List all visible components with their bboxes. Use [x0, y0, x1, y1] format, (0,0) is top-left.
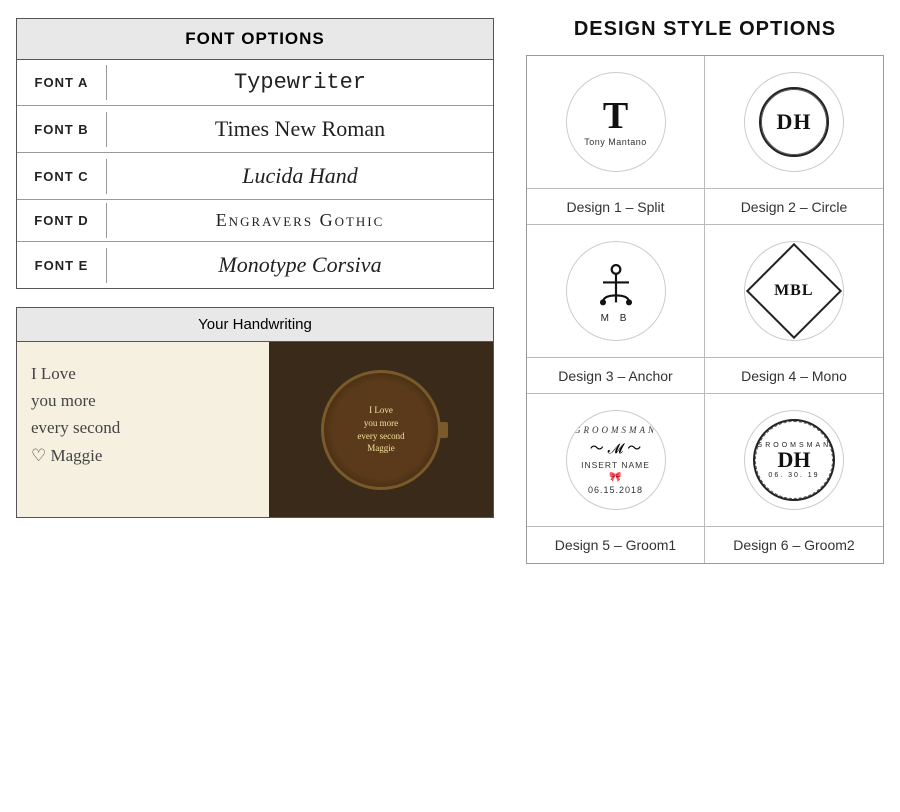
design-3-label-text: Design 3 – Anchor	[558, 368, 672, 384]
design-4-letters: MBL	[774, 282, 813, 300]
font-d-sample: Engravers Gothic	[107, 200, 493, 241]
design-5-date: 06.15.2018	[588, 485, 643, 495]
font-row-a: FONT A Typewriter	[17, 60, 493, 106]
right-panel: DESIGN STYLE OPTIONS T Tony Mantano DH D…	[510, 0, 900, 812]
font-b-sample: Times New Roman	[107, 106, 493, 152]
design-1-label-text: Design 1 – Split	[566, 199, 664, 215]
design-label-1: Design 1 – Split	[527, 189, 705, 225]
font-row-d: FONT D Engravers Gothic	[17, 200, 493, 242]
design-label-6: Design 6 – Groom2	[705, 527, 883, 563]
design-2-letters: DH	[777, 109, 812, 135]
watch-crown	[440, 422, 448, 438]
design-cell-2: DH	[705, 56, 883, 189]
design-1-inner: T Tony Mantano	[584, 97, 647, 147]
mustache-icon: 〜 𝓜 〜	[590, 438, 641, 458]
design-label-5: Design 5 – Groom1	[527, 527, 705, 563]
font-a-label: FONT A	[17, 65, 107, 100]
design-6-date: 06. 30. 19	[768, 472, 819, 479]
design-6-top: GROOMSMAN	[757, 442, 831, 449]
design-cell-5: GROOMSMAN 〜 𝓜 〜 INSERT NAME 🎀 06.15.2018	[527, 394, 705, 527]
design-section-title: DESIGN STYLE OPTIONS	[526, 18, 884, 41]
design-label-4: Design 4 – Mono	[705, 358, 883, 394]
design-cell-3: M B	[527, 225, 705, 358]
design-3-initials: M B	[601, 313, 631, 324]
design-5-top: GROOMSMAN	[574, 425, 657, 435]
design-cell-1: T Tony Mantano	[527, 56, 705, 189]
design-2-inner: DH	[759, 87, 829, 157]
design-grid: T Tony Mantano DH Design 1 – Split Desig…	[526, 55, 884, 564]
design-4-inner: MBL	[746, 243, 842, 339]
design-1-circle: T Tony Mantano	[566, 72, 666, 172]
design-6-inner: GROOMSMAN DH 06. 30. 19	[753, 419, 835, 501]
design-label-3: Design 3 – Anchor	[527, 358, 705, 394]
design-5-insert: INSERT NAME	[581, 460, 650, 470]
design-4-circle: MBL	[744, 241, 844, 341]
design-6-letters: DH	[778, 449, 811, 471]
design-2-circle: DH	[744, 72, 844, 172]
design-2-label-text: Design 2 – Circle	[741, 199, 848, 215]
design-5-label-text: Design 5 – Groom1	[555, 537, 676, 553]
handwriting-note: I Love you more every second ♡ Maggie	[17, 342, 269, 517]
font-row-c: FONT C Lucida Hand	[17, 153, 493, 200]
watch-engraving: I Love you more every second Maggie	[349, 396, 412, 462]
design-5-inner: GROOMSMAN 〜 𝓜 〜 INSERT NAME 🎀 06.15.2018	[572, 416, 660, 504]
font-a-sample: Typewriter	[107, 60, 493, 105]
left-panel: FONT OPTIONS FONT A Typewriter FONT B Ti…	[0, 0, 510, 812]
design-6-circle: GROOMSMAN DH 06. 30. 19	[744, 410, 844, 510]
handwriting-body: I Love you more every second ♡ Maggie I …	[17, 342, 493, 517]
design-3-circle: M B	[566, 241, 666, 341]
font-d-label: FONT D	[17, 203, 107, 238]
design-6-label-text: Design 6 – Groom2	[733, 537, 854, 553]
design-5-circle: GROOMSMAN 〜 𝓜 〜 INSERT NAME 🎀 06.15.2018	[566, 410, 666, 510]
bowtie-icon: 🎀	[609, 472, 621, 483]
font-c-label: FONT C	[17, 159, 107, 194]
design-label-2: Design 2 – Circle	[705, 189, 883, 225]
handwriting-text: I Love you more every second ♡ Maggie	[31, 360, 120, 469]
design-3-inner: M B	[590, 259, 642, 324]
design-cell-6: GROOMSMAN DH 06. 30. 19	[705, 394, 883, 527]
handwriting-section: Your Handwriting I Love you more every s…	[16, 307, 494, 518]
font-b-label: FONT B	[17, 112, 107, 147]
font-e-sample: Monotype Corsiva	[107, 242, 493, 288]
design-1-name: Tony Mantano	[584, 137, 647, 147]
watch-face: I Love you more every second Maggie	[321, 370, 441, 490]
font-e-label: FONT E	[17, 248, 107, 283]
watch-image: I Love you more every second Maggie	[269, 342, 493, 517]
font-row-e: FONT E Monotype Corsiva	[17, 242, 493, 288]
font-c-sample: Lucida Hand	[107, 153, 493, 199]
design-4-label-text: Design 4 – Mono	[741, 368, 847, 384]
font-options-table: FONT OPTIONS FONT A Typewriter FONT B Ti…	[16, 18, 494, 289]
handwriting-title: Your Handwriting	[17, 308, 493, 342]
font-table-title: FONT OPTIONS	[17, 19, 493, 60]
design-1-letter: T	[603, 97, 628, 135]
anchor-icon	[590, 259, 642, 311]
font-row-b: FONT B Times New Roman	[17, 106, 493, 153]
design-cell-4: MBL	[705, 225, 883, 358]
